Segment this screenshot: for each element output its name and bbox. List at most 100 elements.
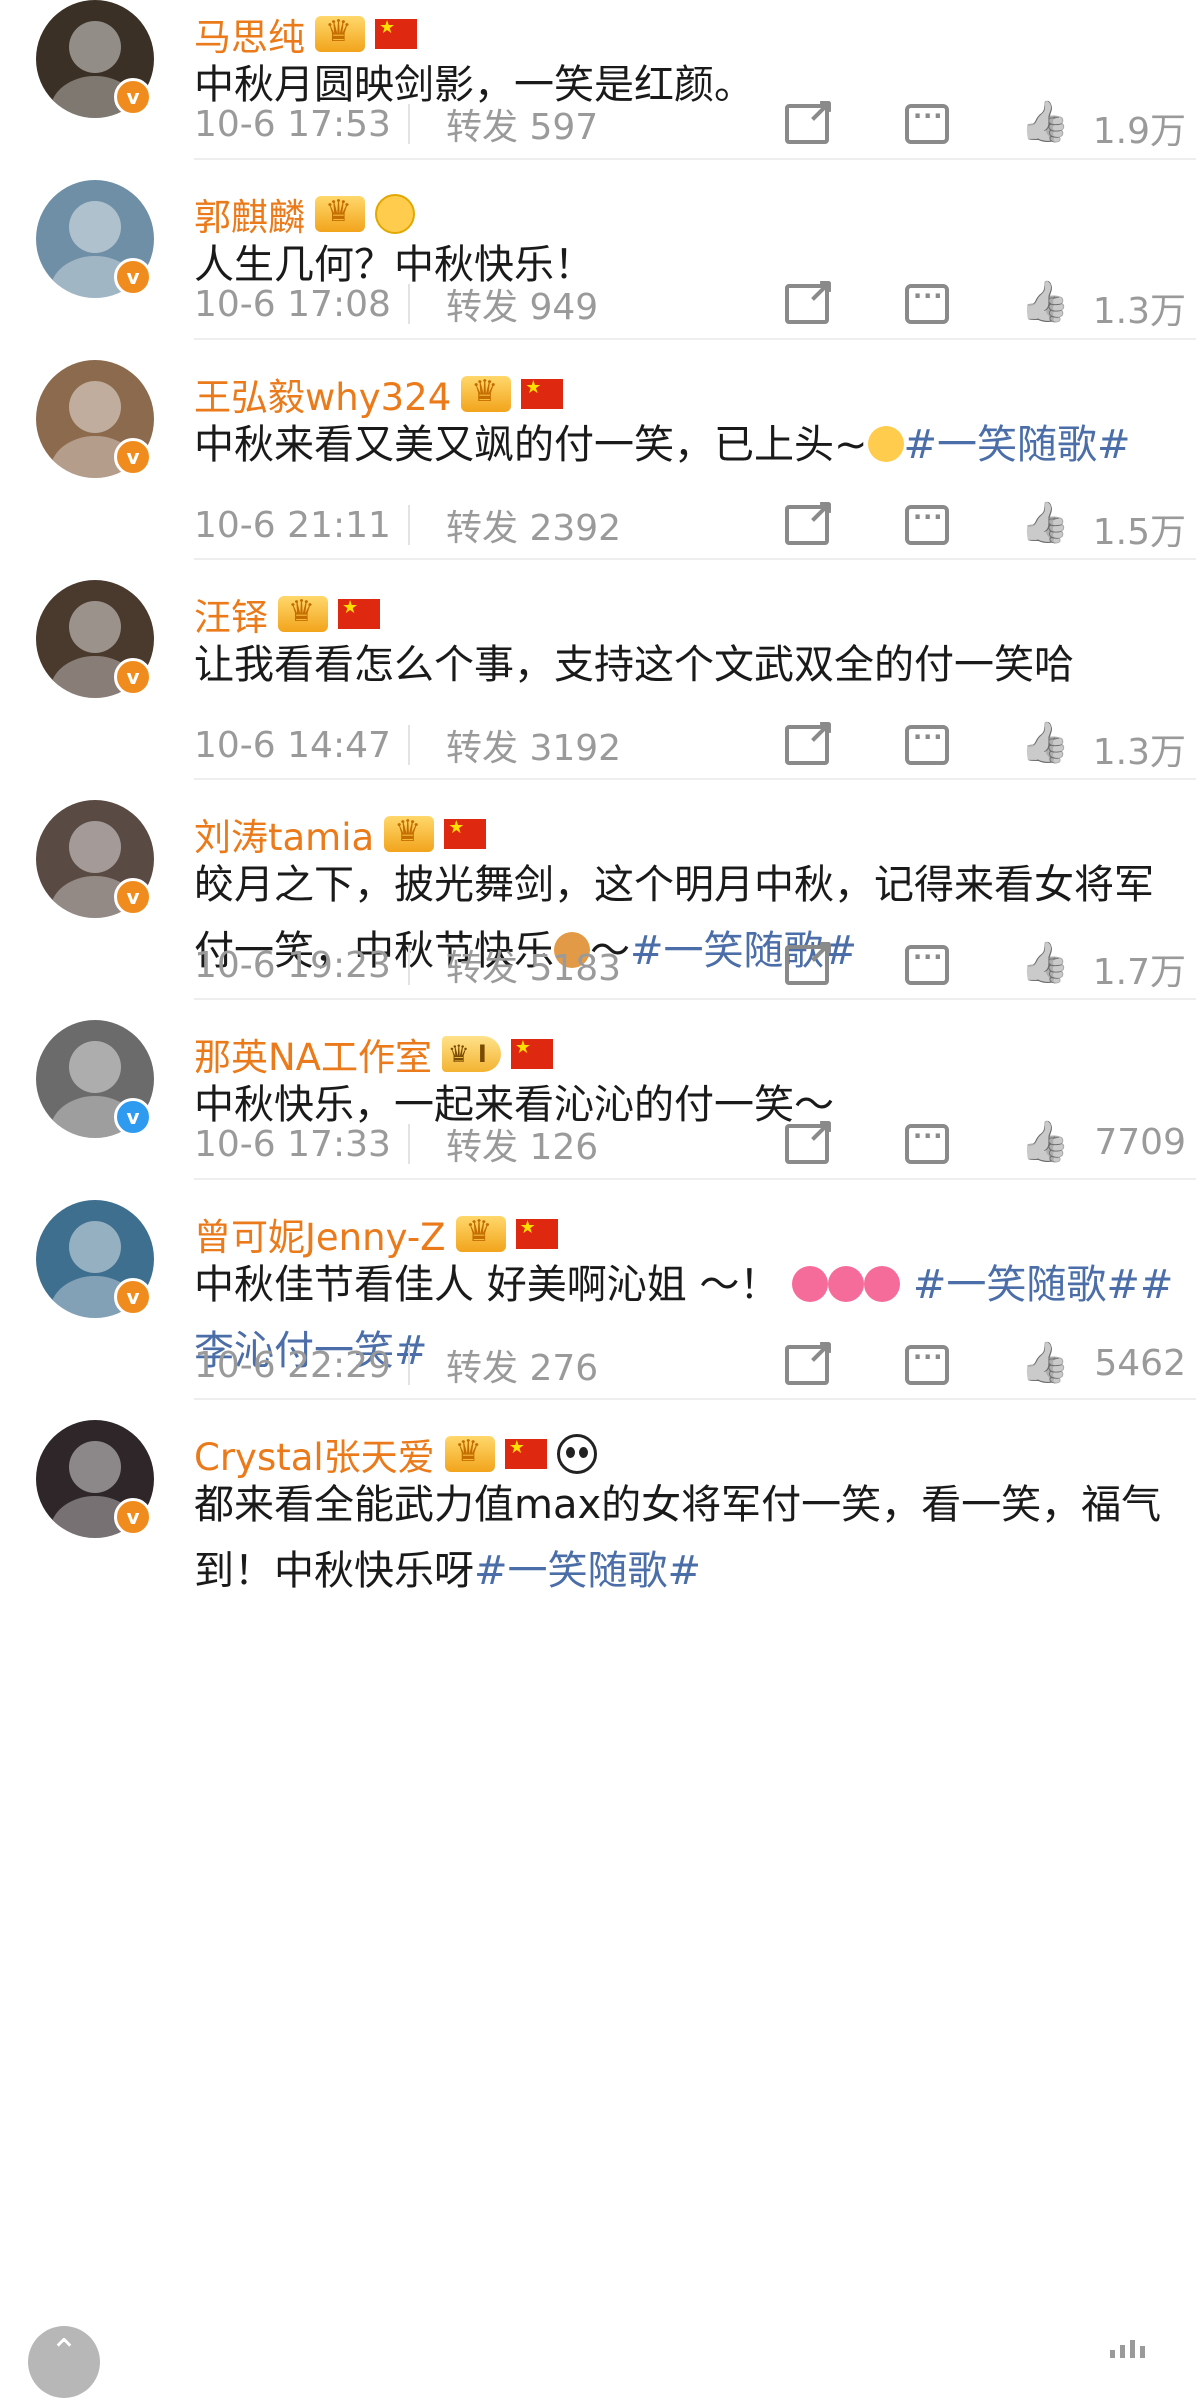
comment-item: v那英NA工作室♛ I中秋快乐，一起来看沁沁的付一笑～10-6 17:33转发 … bbox=[0, 1020, 1196, 1180]
avatar-face bbox=[69, 201, 121, 254]
verified-badge-icon: v bbox=[114, 438, 152, 476]
share-icon[interactable] bbox=[785, 92, 835, 144]
avatar-face bbox=[69, 821, 121, 874]
comment-text: 中秋来看又美又飒的付一笑，已上头~ #一笑随歌# bbox=[194, 412, 1174, 478]
verified-badge-icon: v bbox=[114, 78, 152, 116]
like-thumb-icon[interactable]: 👍 bbox=[1020, 1343, 1070, 1383]
comment-item: v汪铎让我看看怎么个事，支持这个文武双全的付一笑哈10-6 14:47转发 31… bbox=[0, 580, 1196, 780]
comment-icon[interactable] bbox=[905, 1122, 949, 1164]
timestamp: 10-6 17:33 bbox=[194, 1123, 391, 1165]
hashtag-link[interactable]: #一笑随歌# bbox=[913, 1262, 1140, 1308]
share-icon[interactable] bbox=[785, 1112, 835, 1164]
share-icon[interactable] bbox=[785, 1333, 835, 1385]
timestamp: 10-6 17:53 bbox=[194, 103, 391, 145]
comment-icon[interactable] bbox=[905, 503, 949, 545]
level-badge: ♛ I bbox=[442, 1036, 501, 1072]
pufferfish-emoji-icon bbox=[375, 194, 415, 234]
share-icon[interactable] bbox=[785, 713, 835, 765]
like-count: 1.3万 bbox=[1092, 732, 1186, 773]
comment-text: 都来看全能武力值max的女将军付一笑，看一笑，福气到！中秋快乐呀#一笑随歌# bbox=[194, 1472, 1174, 1604]
verified-badge-icon: v bbox=[114, 658, 152, 696]
like-count: 1.5万 bbox=[1092, 512, 1186, 553]
text-segment bbox=[900, 1262, 913, 1308]
emoji-icon bbox=[867, 426, 904, 462]
meta-separator bbox=[408, 505, 410, 545]
china-flag-icon bbox=[444, 817, 487, 849]
comment-icon[interactable] bbox=[905, 943, 949, 985]
like-thumb-icon[interactable]: 👍 bbox=[1020, 1122, 1070, 1162]
chevron-up-icon: ⌃ bbox=[49, 2332, 79, 2372]
repost-count: 转发 276 bbox=[446, 1348, 599, 1389]
china-flag-icon bbox=[510, 1037, 553, 1069]
meta-separator bbox=[408, 284, 410, 324]
hashtag-link[interactable]: #一笑随歌# bbox=[474, 1548, 701, 1594]
crown-icon bbox=[315, 194, 365, 232]
like-count: 1.7万 bbox=[1092, 952, 1186, 993]
comment-meta: 10-6 19:23 转发 5183 👍 1.7万 bbox=[194, 933, 1196, 995]
comment-divider bbox=[194, 158, 1196, 160]
scroll-to-top-button[interactable]: ⌃ bbox=[28, 2326, 100, 2398]
level-text: I bbox=[477, 1040, 487, 1068]
china-flag-icon bbox=[338, 597, 380, 629]
comment-meta: 10-6 22:29 转发 276 👍 5462 bbox=[194, 1333, 1196, 1395]
crown-icon bbox=[315, 14, 365, 52]
share-icon[interactable] bbox=[785, 933, 835, 985]
hashtag-link[interactable]: #一笑随歌# bbox=[904, 422, 1131, 468]
text-segment: 让我看看怎么个事，支持这个文武双全的付一笑哈 bbox=[194, 642, 1074, 688]
verified-badge-icon: v bbox=[114, 1278, 152, 1316]
comment-divider bbox=[194, 1178, 1196, 1180]
comment-divider bbox=[194, 558, 1196, 560]
share-icon[interactable] bbox=[785, 272, 835, 324]
meta-separator bbox=[408, 1124, 410, 1164]
timestamp: 10-6 17:08 bbox=[194, 283, 391, 325]
crown-icon bbox=[384, 814, 435, 852]
like-thumb-icon[interactable]: 👍 bbox=[1020, 282, 1070, 322]
like-count: 1.3万 bbox=[1092, 291, 1186, 332]
timestamp: 10-6 21:11 bbox=[194, 504, 391, 546]
china-flag-icon bbox=[521, 377, 564, 409]
comment-item: v曾可妮Jenny-Z中秋佳节看佳人 好美啊沁姐 ～！ #一笑随歌##李沁付一笑… bbox=[0, 1200, 1196, 1400]
crown-icon bbox=[278, 594, 328, 632]
crown-icon bbox=[455, 1214, 506, 1252]
avatar-face bbox=[69, 1441, 121, 1494]
timestamp: 10-6 22:29 bbox=[194, 1344, 391, 1386]
avatar-face bbox=[69, 21, 121, 74]
meta-separator bbox=[408, 725, 410, 765]
meta-separator bbox=[408, 1345, 410, 1385]
share-icon[interactable] bbox=[785, 493, 835, 545]
like-thumb-icon[interactable]: 👍 bbox=[1020, 723, 1070, 763]
avatar-face bbox=[69, 1221, 121, 1274]
repost-count: 转发 3192 bbox=[446, 728, 622, 769]
comment-divider bbox=[194, 998, 1196, 1000]
crown-icon bbox=[444, 1434, 495, 1472]
verified-badge-icon: v bbox=[114, 1498, 152, 1536]
like-thumb-icon[interactable]: 👍 bbox=[1020, 102, 1070, 142]
verified-badge-icon: v bbox=[114, 878, 152, 916]
repost-count: 转发 126 bbox=[446, 1127, 599, 1168]
text-segment: 中秋来看又美又飒的付一笑，已上头~ bbox=[194, 422, 868, 468]
meta-separator bbox=[408, 104, 410, 144]
comment-meta: 10-6 14:47 转发 3192 👍 1.3万 bbox=[194, 713, 1196, 775]
repost-count: 转发 597 bbox=[446, 107, 599, 148]
timestamp: 10-6 14:47 bbox=[194, 724, 391, 766]
comment-icon[interactable] bbox=[905, 282, 949, 324]
avatar-face bbox=[69, 381, 121, 434]
avatar-face bbox=[69, 601, 121, 654]
avatar-face bbox=[69, 1041, 121, 1094]
emoji-icon bbox=[828, 1266, 865, 1302]
like-thumb-icon[interactable]: 👍 bbox=[1020, 503, 1070, 543]
comment-meta: 10-6 21:11 转发 2392 👍 1.5万 bbox=[194, 493, 1196, 555]
china-flag-icon bbox=[515, 1217, 558, 1249]
like-count: 1.9万 bbox=[1092, 111, 1186, 152]
comment-item: v王弘毅why324中秋来看又美又飒的付一笑，已上头~#一笑随歌#10-6 21… bbox=[0, 360, 1196, 560]
text-segment: 中秋佳节看佳人 好美啊沁姐 ～！ bbox=[194, 1262, 793, 1308]
repost-count: 转发 2392 bbox=[446, 508, 622, 549]
comment-item: vCrystal张天爱都来看全能武力值max的女将军付一笑，看一笑，福气到！中秋… bbox=[0, 1420, 1196, 1620]
comment-icon[interactable] bbox=[905, 102, 949, 144]
like-thumb-icon[interactable]: 👍 bbox=[1020, 943, 1070, 983]
comment-icon[interactable] bbox=[905, 723, 949, 765]
comment-icon[interactable] bbox=[905, 1343, 949, 1385]
like-count: 7709 bbox=[1094, 1122, 1186, 1163]
comment-meta: 10-6 17:33 转发 126 👍 7709 bbox=[194, 1112, 1196, 1174]
comment-item: v郭麒麟人生几何？中秋快乐！10-6 17:08转发 949👍1.3万 bbox=[0, 180, 1196, 340]
